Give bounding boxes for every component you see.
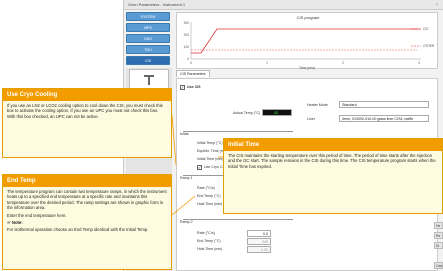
callout-connectors [171,114,223,216]
